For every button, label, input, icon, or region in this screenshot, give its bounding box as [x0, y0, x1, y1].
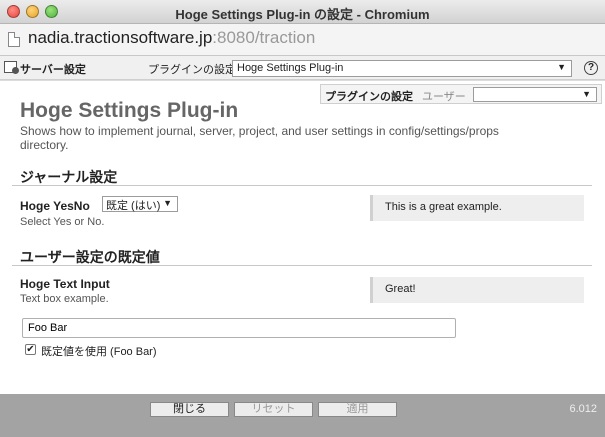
close-button[interactable]: 閉じる: [150, 402, 229, 417]
section-divider: [12, 185, 592, 186]
plugin-select-value: Hoge Settings Plug-in: [237, 62, 344, 74]
hoge-yesno-select[interactable]: 既定 (はい) ▼: [102, 196, 178, 212]
chevron-down-icon: ▼: [582, 89, 591, 99]
tab-plugin-settings[interactable]: プラグインの設定: [325, 88, 413, 104]
plugin-select[interactable]: Hoge Settings Plug-in ▼: [232, 60, 572, 77]
address-bar[interactable]: nadia.tractionsoftware.jp:8080/traction: [0, 24, 605, 56]
plugin-description: Shows how to implement journal, server, …: [20, 124, 499, 152]
url-text[interactable]: nadia.tractionsoftware.jp:8080/traction: [28, 28, 315, 48]
user-label: ユーザー: [422, 91, 466, 103]
hoge-text-input-help: Text box example.: [20, 293, 109, 305]
page-title: Hoge Settings Plug-in: [20, 99, 239, 122]
section-divider: [12, 265, 592, 266]
hoge-text-input[interactable]: [22, 318, 456, 338]
hoge-yesno-label: Hoge YesNo: [20, 199, 90, 213]
window-titlebar: Hoge Settings Plug-in の設定 - Chromium: [0, 0, 605, 24]
window-title: Hoge Settings Plug-in の設定 - Chromium: [175, 7, 430, 22]
use-default-checkbox[interactable]: ✔: [25, 344, 36, 355]
hoge-text-input-label: Hoge Text Input: [20, 277, 110, 291]
hoge-yesno-value: 既定 (はい): [106, 200, 161, 212]
apply-button[interactable]: 適用: [318, 402, 397, 417]
url-host: nadia.tractionsoftware.jp: [28, 28, 213, 47]
use-default-checkbox-label: 既定値を使用 (Foo Bar): [41, 346, 157, 358]
chevron-down-icon: ▼: [557, 62, 566, 72]
hoge-yesno-help: Select Yes or No.: [20, 216, 105, 228]
user-defaults-section-heading: ユーザー設定の既定値: [20, 249, 160, 265]
reset-button[interactable]: リセット: [234, 402, 313, 417]
chevron-down-icon: ▼: [163, 198, 172, 208]
version-label: 6.012: [569, 403, 597, 415]
dialog-footer: 閉じる リセット 適用 6.012: [0, 394, 605, 437]
plugin-settings-label: プラグインの設定: [148, 64, 236, 76]
url-path: :8080/traction: [212, 28, 316, 47]
help-icon[interactable]: ?: [584, 61, 598, 75]
server-settings-icon[interactable]: [4, 61, 19, 74]
hoge-text-input-note: Great!: [370, 277, 584, 303]
user-select[interactable]: ▼: [473, 87, 597, 102]
hoge-yesno-note: This is a great example.: [370, 195, 584, 221]
page-icon: [8, 32, 20, 47]
settings-content: プラグインの設定 ユーザー ▼ Hoge Settings Plug-in Sh…: [0, 81, 605, 394]
settings-tabbar: プラグインの設定 ユーザー ▼: [320, 84, 602, 104]
journal-section-heading: ジャーナル設定: [20, 169, 118, 185]
server-settings-link[interactable]: サーバー設定: [20, 61, 86, 77]
